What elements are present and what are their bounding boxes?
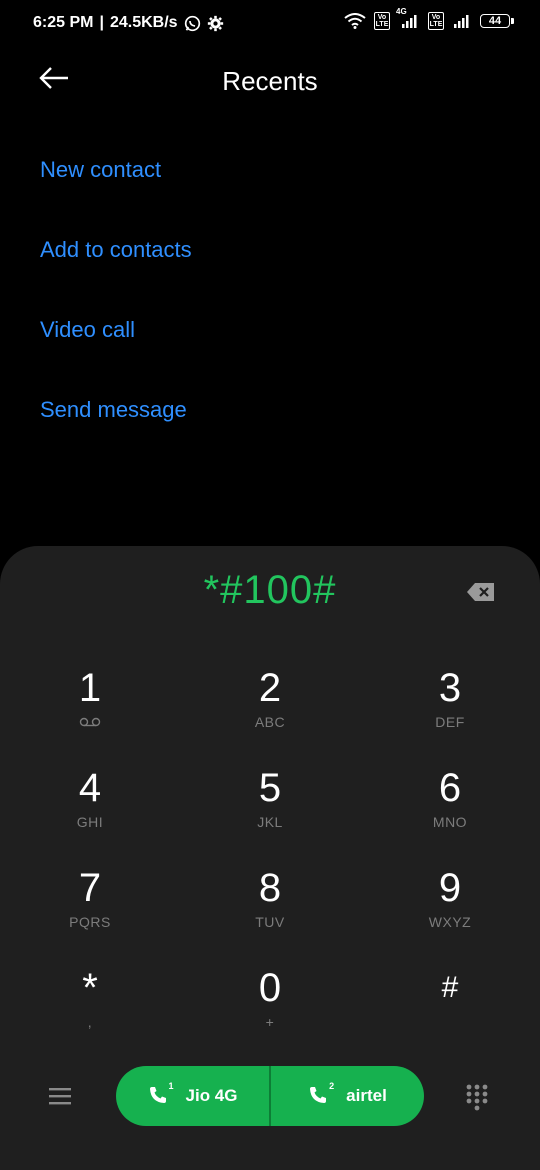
battery-icon: 44 bbox=[480, 14, 514, 28]
whatsapp-icon bbox=[184, 15, 201, 32]
key-digit: 9 bbox=[438, 866, 462, 910]
key-digit: 0 bbox=[258, 966, 282, 1010]
dialpad-toggle-button[interactable] bbox=[466, 1084, 488, 1112]
key-2[interactable]: 2 ABC bbox=[210, 666, 330, 756]
key-digit: 8 bbox=[258, 866, 282, 910]
key-letters: MNO bbox=[432, 814, 468, 830]
call-buttons: 1 Jio 4G 2 airtel bbox=[116, 1066, 424, 1126]
network-type-label: 4G bbox=[396, 7, 407, 16]
new-contact-link[interactable]: New contact bbox=[40, 150, 192, 230]
volte-icon: Vo LTE bbox=[374, 12, 390, 30]
video-call-link[interactable]: Video call bbox=[40, 310, 192, 390]
status-time: 6:25 PM bbox=[33, 14, 94, 31]
key-letters: GHI bbox=[76, 814, 104, 830]
key-letters: + bbox=[265, 1014, 275, 1030]
key-letters: WXYZ bbox=[428, 914, 472, 930]
key-digit: # bbox=[441, 971, 459, 1004]
key-9[interactable]: 9 WXYZ bbox=[390, 866, 510, 956]
status-net-speed: 24.5KB/s bbox=[109, 14, 178, 31]
key-1[interactable]: 1 bbox=[30, 666, 150, 756]
key-digit: 6 bbox=[438, 766, 462, 810]
key-star[interactable]: * , bbox=[30, 966, 150, 1056]
status-separator: | bbox=[99, 14, 104, 31]
signal-icon: 4G bbox=[396, 7, 420, 29]
status-right: Vo LTE 4G Vo LTE 44 bbox=[344, 7, 514, 30]
voicemail-icon bbox=[30, 714, 150, 730]
phone-sim2-icon: 2 bbox=[308, 1081, 334, 1107]
volte-icon-2: Vo LTE bbox=[428, 12, 444, 30]
key-digit: 5 bbox=[258, 766, 282, 810]
key-hash[interactable]: # bbox=[390, 966, 510, 1056]
dialer-bottom-bar: 1 Jio 4G 2 airtel bbox=[0, 1066, 540, 1136]
dialer-panel: *#100# 1 2 ABC 3 DEF 4 GHI 5 JKL 6 MNO 7… bbox=[0, 546, 540, 1170]
dialed-number[interactable]: *#100# bbox=[0, 568, 540, 613]
wifi-icon bbox=[344, 13, 366, 29]
sim2-label: airtel bbox=[346, 1086, 387, 1105]
sim2-slot-label: 2 bbox=[329, 1081, 335, 1091]
backspace-button[interactable] bbox=[466, 582, 496, 602]
key-digit: 2 bbox=[258, 666, 282, 710]
options-menu: New contact Add to contacts Video call S… bbox=[40, 150, 192, 470]
key-letters: TUV bbox=[255, 914, 285, 930]
key-3[interactable]: 3 DEF bbox=[390, 666, 510, 756]
key-7[interactable]: 7 PQRS bbox=[30, 866, 150, 956]
key-letters: PQRS bbox=[69, 914, 111, 930]
page-title: Recents bbox=[222, 66, 318, 96]
hamburger-icon bbox=[48, 1088, 72, 1110]
call-sim1-button[interactable]: 1 Jio 4G bbox=[116, 1066, 269, 1126]
dialpad-grid-icon bbox=[466, 1084, 488, 1116]
backspace-icon bbox=[466, 583, 496, 606]
key-digit: 3 bbox=[438, 666, 462, 710]
app-header: Recents bbox=[0, 50, 540, 114]
hamburger-menu-button[interactable] bbox=[48, 1086, 78, 1116]
add-to-contacts-link[interactable]: Add to contacts bbox=[40, 230, 192, 310]
key-8[interactable]: 8 TUV bbox=[210, 866, 330, 956]
status-left: 6:25 PM | 24.5KB/s bbox=[33, 14, 224, 32]
key-letters: JKL bbox=[257, 814, 283, 830]
send-message-link[interactable]: Send message bbox=[40, 390, 192, 470]
signal-icon-2 bbox=[452, 13, 472, 29]
key-4[interactable]: 4 GHI bbox=[30, 766, 150, 856]
phone-sim1-icon: 1 bbox=[148, 1081, 174, 1107]
key-0[interactable]: 0 + bbox=[210, 966, 330, 1056]
key-letters: ABC bbox=[254, 714, 286, 730]
key-digit: 4 bbox=[78, 766, 102, 810]
call-sim2-button[interactable]: 2 airtel bbox=[271, 1066, 424, 1126]
key-5[interactable]: 5 JKL bbox=[210, 766, 330, 856]
sim1-slot-label: 1 bbox=[168, 1081, 174, 1091]
sim1-label: Jio 4G bbox=[185, 1086, 238, 1105]
key-digit: * bbox=[82, 966, 98, 1010]
key-letters: , bbox=[87, 1014, 93, 1030]
battery-level: 44 bbox=[488, 15, 502, 27]
key-digit: 7 bbox=[78, 866, 102, 910]
key-letters: DEF bbox=[435, 714, 465, 730]
status-bar: 6:25 PM | 24.5KB/s Vo LTE 4G Vo LTE 44 bbox=[0, 0, 540, 50]
key-6[interactable]: 6 MNO bbox=[390, 766, 510, 856]
gear-icon bbox=[207, 15, 224, 32]
key-digit: 1 bbox=[78, 666, 102, 710]
